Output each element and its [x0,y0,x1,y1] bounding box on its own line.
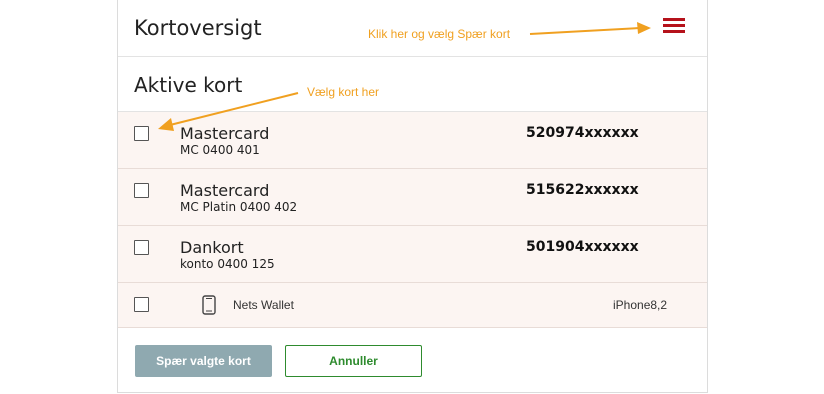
menu-hint-arrow [529,22,651,35]
annotation-arrows [158,22,651,131]
card-hint-arrow [158,92,299,131]
